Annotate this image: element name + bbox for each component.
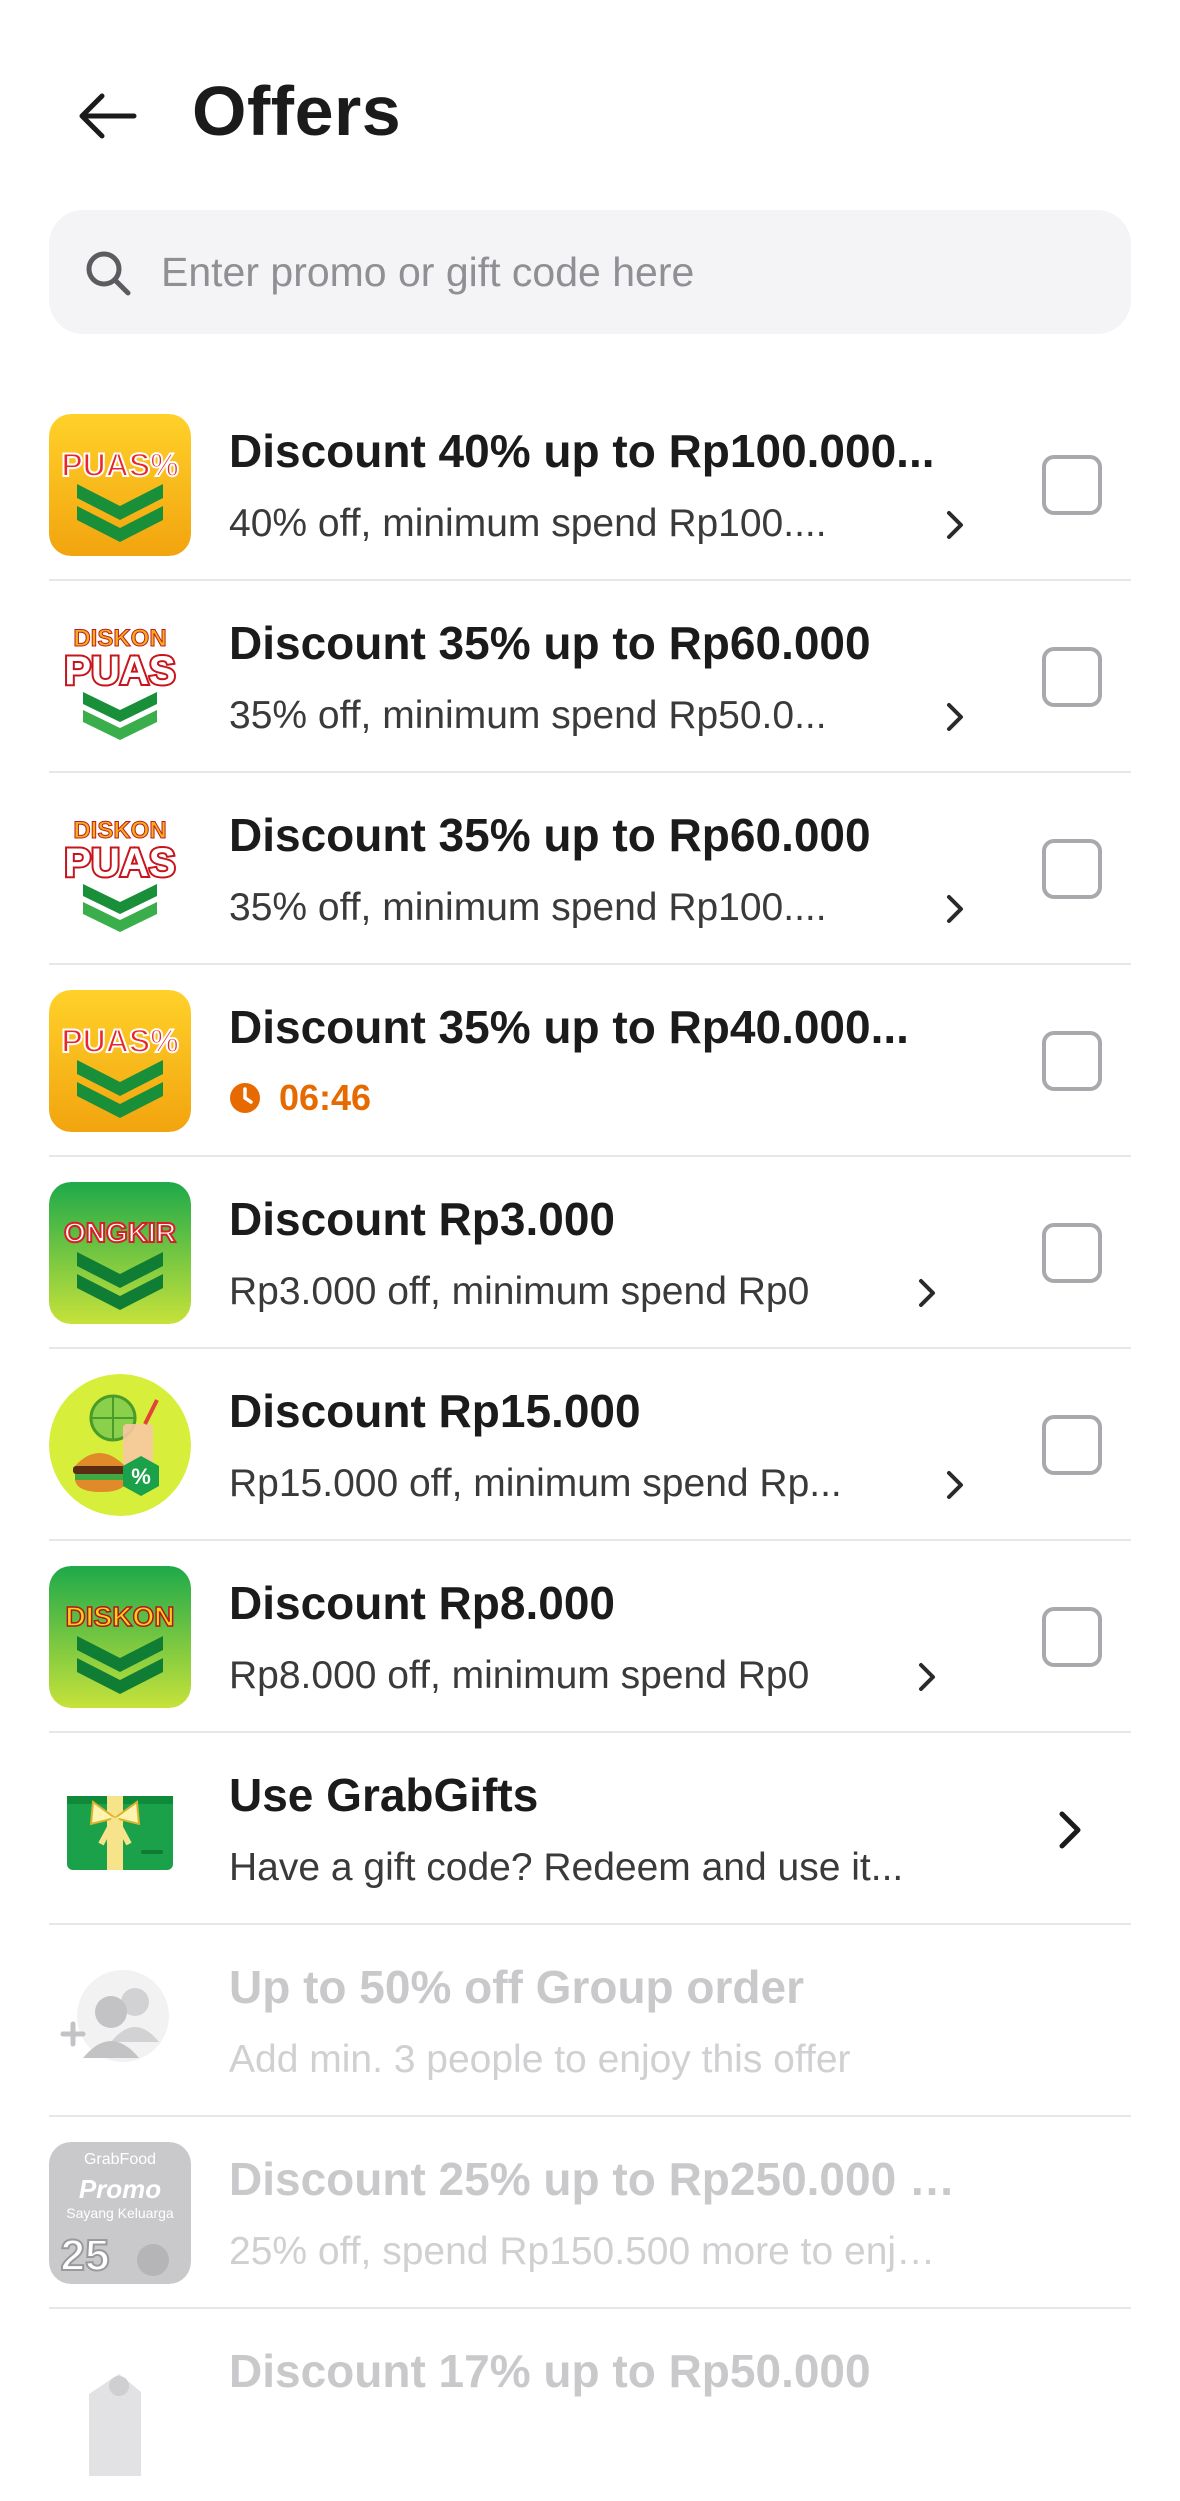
back-button[interactable]: [72, 80, 144, 152]
promo-code-input[interactable]: [161, 210, 1101, 334]
svg-text:Promo: Promo: [79, 2174, 161, 2204]
group-order-icon: [49, 1950, 191, 2092]
offer-checkbox[interactable]: [1042, 1031, 1102, 1091]
chevron-right-icon: [947, 703, 963, 731]
svg-text:PUAS%: PUAS%: [61, 1023, 178, 1059]
unavailable-offer-row: GrabFood Promo Sayang Keluarga 25 Discou…: [0, 2117, 1180, 2309]
offer-title: Discount 35% up to Rp40.000...: [229, 1001, 909, 1053]
svg-text:DISKON: DISKON: [73, 625, 166, 652]
grabfood-promo-logo: GrabFood Promo Sayang Keluarga 25: [49, 2142, 191, 2284]
offer-checkbox[interactable]: [1042, 647, 1102, 707]
header: Offers: [0, 0, 1180, 210]
offer-subtitle: Rp8.000 off, minimum spend Rp0: [229, 1654, 810, 1697]
svg-text:%: %: [131, 1464, 151, 1489]
offer-subtitle: 25% off, spend Rp150.500 more to enjoy t…: [229, 2230, 939, 2273]
unavailable-offer-row: Discount 17% up to Rp50.000: [0, 2309, 1180, 2501]
offer-row[interactable]: PUAS% Discount 40% up to Rp100.000... 40…: [0, 389, 1180, 581]
svg-text:PUAS: PUAS: [64, 841, 175, 885]
offer-title: Discount 35% up to Rp60.000: [229, 809, 871, 861]
offer-subtitle: 40% off, minimum spend Rp100....: [229, 502, 827, 545]
offer-subtitle: 35% off, minimum spend Rp100....: [229, 886, 827, 929]
offer-title: Discount 25% up to Rp250.000 (Cha...: [229, 2153, 969, 2205]
countdown-timer: 06:46: [229, 1077, 371, 1119]
arrow-left-icon: [79, 93, 137, 139]
offer-title: Discount 17% up to Rp50.000: [229, 2345, 871, 2397]
chevron-right-icon: [919, 1663, 935, 1691]
search-icon: [86, 251, 131, 296]
offer-row[interactable]: PUAS% Discount 35% up to Rp40.000... 06:…: [0, 965, 1180, 1157]
offer-row[interactable]: DISKON PUAS Discount 35% up to Rp60.000 …: [0, 773, 1180, 965]
promo-code-search: [49, 210, 1131, 334]
offer-checkbox[interactable]: [1042, 839, 1102, 899]
svg-text:25: 25: [61, 2231, 110, 2280]
ongkir-logo: ONGKIR: [49, 1182, 191, 1324]
puas-logo: PUAS%: [49, 414, 191, 556]
svg-text:DISKON: DISKON: [73, 817, 166, 844]
offer-title: Up to 50% off Group order: [229, 1961, 804, 2013]
grabgifts-row[interactable]: Use GrabGifts Have a gift code? Redeem a…: [0, 1733, 1180, 1925]
puas-logo: PUAS%: [49, 990, 191, 1132]
svg-text:PUAS: PUAS: [64, 649, 175, 693]
offer-subtitle: Rp3.000 off, minimum spend Rp0: [229, 1270, 810, 1313]
chevron-right-icon: [919, 1279, 935, 1307]
chevron-right-icon: [1059, 1811, 1081, 1849]
timer-value: 06:46: [279, 1077, 372, 1118]
gift-icon: [49, 1758, 191, 1900]
offer-checkbox[interactable]: [1042, 1415, 1102, 1475]
svg-text:PUAS%: PUAS%: [61, 447, 178, 483]
svg-text:Sayang Keluarga: Sayang Keluarga: [66, 2205, 174, 2221]
food-drink-logo: %: [49, 1374, 191, 1516]
clock-icon: [230, 1083, 260, 1113]
offer-title: Discount 40% up to Rp100.000...: [229, 425, 935, 477]
grabgifts-subtitle: Have a gift code? Redeem and use it...: [229, 1846, 904, 1889]
svg-text:ONGKIR: ONGKIR: [64, 1217, 176, 1248]
offer-subtitle: Add min. 3 people to enjoy this offer: [229, 2038, 851, 2081]
page-title: Offers: [192, 72, 402, 150]
offer-row[interactable]: DISKON Discount Rp8.000 Rp8.000 off, min…: [0, 1541, 1180, 1733]
offer-row[interactable]: % Discount Rp15.000 Rp15.000 off, minimu…: [0, 1349, 1180, 1541]
offer-row[interactable]: ONGKIR Discount Rp3.000 Rp3.000 off, min…: [0, 1157, 1180, 1349]
offer-row[interactable]: DISKON PUAS Discount 35% up to Rp60.000 …: [0, 581, 1180, 773]
diskon-puas-logo: DISKON PUAS: [49, 798, 191, 940]
offer-title: Discount Rp3.000: [229, 1193, 615, 1245]
chevron-right-icon: [947, 895, 963, 923]
diskon-puas-logo: DISKON PUAS: [49, 606, 191, 748]
offer-checkbox[interactable]: [1042, 455, 1102, 515]
offer-subtitle: Rp15.000 off, minimum spend Rp...: [229, 1462, 842, 1505]
offer-title: Discount 35% up to Rp60.000: [229, 617, 871, 669]
chevron-right-icon: [947, 1471, 963, 1499]
promo-logo: [49, 2334, 191, 2476]
offer-title: Discount Rp8.000: [229, 1577, 615, 1629]
offer-subtitle: 35% off, minimum spend Rp50.0...: [229, 694, 827, 737]
diskon-logo: DISKON: [49, 1566, 191, 1708]
svg-text:DISKON: DISKON: [66, 1601, 175, 1632]
offer-title: Discount Rp15.000: [229, 1385, 641, 1437]
offer-checkbox[interactable]: [1042, 1607, 1102, 1667]
unavailable-offer-row: Up to 50% off Group order Add min. 3 peo…: [0, 1925, 1180, 2117]
offer-checkbox[interactable]: [1042, 1223, 1102, 1283]
svg-text:GrabFood: GrabFood: [84, 2151, 156, 2168]
chevron-right-icon: [947, 511, 963, 539]
grabgifts-title: Use GrabGifts: [229, 1769, 539, 1821]
